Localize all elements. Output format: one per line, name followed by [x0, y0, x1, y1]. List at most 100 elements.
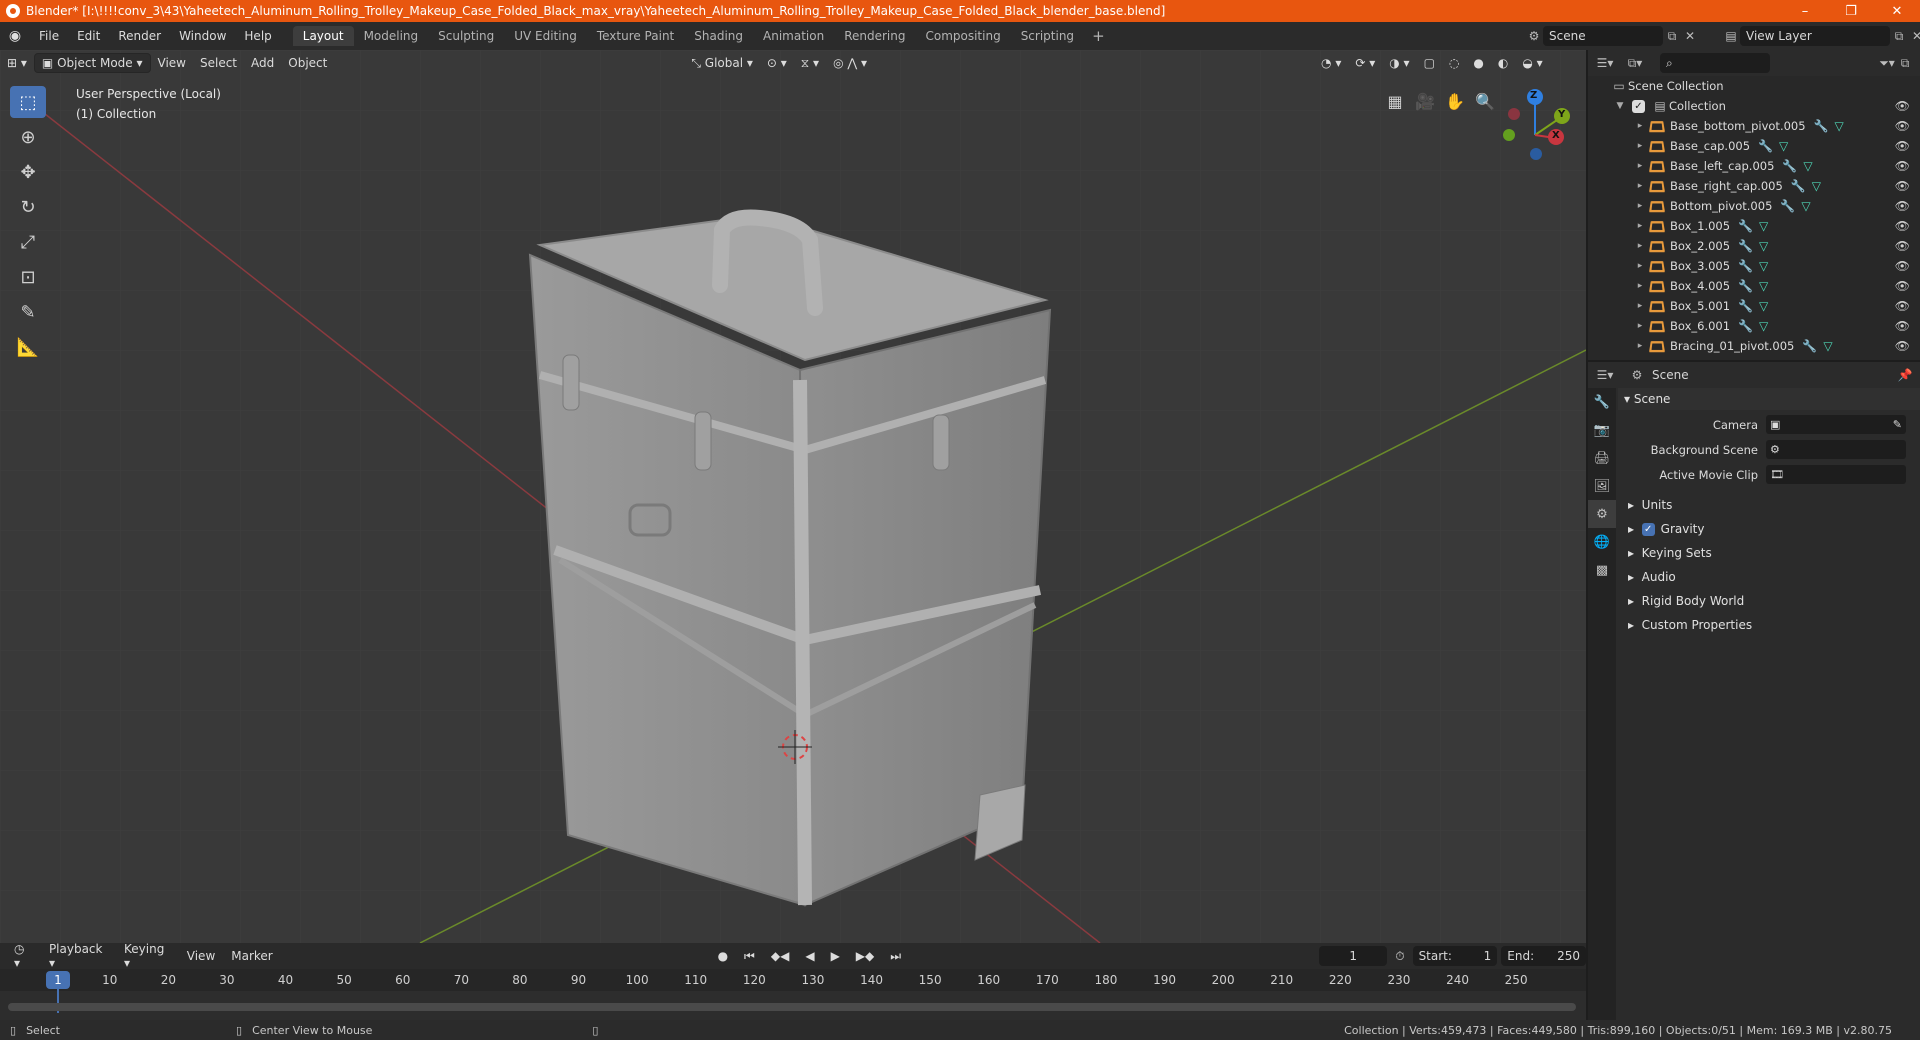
viewport-menu-add[interactable]: Add [244, 53, 281, 73]
tab-compositing[interactable]: Compositing [915, 26, 1010, 46]
gizmo-z-label[interactable]: Z [1530, 90, 1537, 101]
outliner-object-row[interactable]: ▸ Box_3.005 🔧 ▽ 👁 [1588, 256, 1920, 276]
tab-rendering[interactable]: Rendering [834, 26, 915, 46]
wrench-icon[interactable]: 🔧 [1782, 159, 1797, 173]
expand-triangle-icon[interactable]: ▸ [1634, 221, 1646, 231]
object-mode-dropdown[interactable]: ▣ Object Mode ▾ [33, 53, 151, 73]
gravity-checkbox[interactable]: ✓ [1641, 522, 1655, 536]
menu-help[interactable]: Help [235, 29, 280, 43]
eye-icon[interactable]: 👁 [1895, 279, 1910, 293]
outliner-object-row[interactable]: ▸ Box_6.001 🔧 ▽ 👁 [1588, 316, 1920, 336]
mesh-data-icon[interactable]: ▽ [1801, 199, 1810, 213]
gizmo-toggle-icon[interactable]: ⟳ ▾ [1348, 53, 1382, 73]
mesh-data-icon[interactable]: ▽ [1835, 119, 1844, 133]
snap-icon[interactable]: ⧖ ▾ [794, 53, 826, 73]
wrench-icon[interactable]: 🔧 [1738, 219, 1753, 233]
display-mode-icon[interactable]: ⧉▾ [1626, 54, 1644, 72]
expand-triangle-icon[interactable]: ▸ [1634, 121, 1646, 131]
wrench-icon[interactable]: 🔧 [1802, 339, 1817, 353]
gizmo-y-label[interactable]: Y [1558, 109, 1565, 120]
active-movie-clip-field[interactable]: 🎞 [1766, 465, 1906, 484]
menu-render[interactable]: Render [109, 29, 170, 43]
wrench-icon[interactable]: 🔧 [1738, 259, 1753, 273]
editor-type-icon[interactable]: ⊞ ▾ [0, 53, 34, 73]
timeline-menu-view[interactable]: View [179, 949, 223, 963]
outliner-object-row[interactable]: ▸ Box_4.005 🔧 ▽ 👁 [1588, 276, 1920, 296]
annotate-tool-icon[interactable]: ✎ [10, 296, 46, 328]
3d-viewport[interactable]: Z Y X ⊞ ▾ ▣ Object Mode ▾ View Select Ad… [0, 50, 1586, 943]
menu-edit[interactable]: Edit [68, 29, 109, 43]
camera-view-icon[interactable]: 🎥 [1410, 86, 1440, 116]
tab-world-icon[interactable]: 🌐 [1588, 528, 1616, 556]
menu-window[interactable]: Window [170, 29, 235, 43]
wrench-icon[interactable]: 🔧 [1738, 319, 1753, 333]
expand-triangle-icon[interactable]: ▸ [1634, 141, 1646, 151]
wrench-icon[interactable]: 🔧 [1738, 239, 1753, 253]
new-view-layer-icon[interactable]: ⧉ [1890, 27, 1908, 45]
minimize-button[interactable]: – [1782, 4, 1828, 19]
eye-icon[interactable]: 👁 [1895, 99, 1910, 113]
tab-texture-paint[interactable]: Texture Paint [587, 26, 684, 46]
tab-tool-icon[interactable]: 🔧 [1588, 388, 1616, 416]
eye-icon[interactable]: 👁 [1895, 119, 1910, 133]
outliner-object-row[interactable]: ▸ Box_2.005 🔧 ▽ 👁 [1588, 236, 1920, 256]
eye-icon[interactable]: 👁 [1895, 179, 1910, 193]
menu-file[interactable]: File [30, 29, 68, 43]
stopwatch-icon[interactable]: ⏱ [1387, 949, 1412, 964]
eye-icon[interactable]: 👁 [1895, 299, 1910, 313]
select-box-icon[interactable]: ⬚ [10, 86, 46, 118]
scale-tool-icon[interactable]: ⤢ [10, 226, 46, 258]
expand-triangle-icon[interactable]: ▸ [1634, 241, 1646, 251]
expand-triangle-icon[interactable]: ▸ [1634, 161, 1646, 171]
tab-layout[interactable]: Layout [292, 26, 354, 46]
timeline-menu-playback[interactable]: Playback ▾ [41, 942, 116, 970]
wrench-icon[interactable]: 🔧 [1738, 279, 1753, 293]
eye-icon[interactable]: 👁 [1895, 259, 1910, 273]
close-button[interactable]: ✕ [1874, 4, 1920, 19]
wrench-icon[interactable]: 🔧 [1738, 299, 1753, 313]
xray-icon[interactable]: ▢ [1417, 53, 1442, 73]
next-keyframe-icon[interactable]: ▶◆ [848, 949, 882, 963]
end-frame-field[interactable]: End: 250 [1501, 946, 1586, 966]
expand-triangle-icon[interactable]: ▸ [1634, 201, 1646, 211]
remove-scene-icon[interactable]: ✕ [1681, 27, 1699, 45]
mesh-data-icon[interactable]: ▽ [1759, 299, 1768, 313]
mesh-data-icon[interactable]: ▽ [1812, 179, 1821, 193]
new-scene-icon[interactable]: ⧉ [1663, 27, 1681, 45]
mesh-data-icon[interactable]: ▽ [1823, 339, 1832, 353]
custom-properties-panel[interactable]: ▸ Custom Properties [1618, 613, 1920, 637]
move-tool-icon[interactable]: ✥ [10, 156, 46, 188]
gizmo-x-label[interactable]: X [1552, 130, 1560, 141]
properties-editor-type-icon[interactable]: ☰▾ [1596, 366, 1614, 384]
expand-triangle-icon[interactable]: ▼ [1614, 101, 1626, 111]
tab-output-icon[interactable]: 🖨 [1588, 444, 1616, 472]
proportional-edit-icon[interactable]: ◎ ⋀ ▾ [826, 53, 874, 73]
transform-tool-icon[interactable]: ⊡ [10, 261, 46, 293]
viewport-menu-select[interactable]: Select [193, 53, 244, 73]
outliner-object-row[interactable]: ▸ Base_bottom_pivot.005 🔧 ▽ 👁 [1588, 116, 1920, 136]
shading-material-icon[interactable]: ◐ [1491, 53, 1515, 73]
mesh-data-icon[interactable]: ▽ [1759, 259, 1768, 273]
start-frame-field[interactable]: Start: 1 [1412, 946, 1498, 966]
expand-triangle-icon[interactable]: ▸ [1634, 281, 1646, 291]
tab-view-layer-icon[interactable]: 🖼 [1588, 472, 1616, 500]
add-workspace-icon[interactable]: + [1084, 27, 1113, 45]
current-frame-field[interactable]: 1 [1319, 946, 1388, 966]
tab-animation[interactable]: Animation [753, 26, 834, 46]
transform-orientation-dropdown[interactable]: ⤡ Global ▾ [684, 53, 760, 73]
outliner-object-row[interactable]: ▸ Bracing_01_pivot.005 🔧 ▽ 👁 [1588, 336, 1920, 356]
expand-triangle-icon[interactable]: ▸ [1634, 261, 1646, 271]
makeup-case-model[interactable] [528, 209, 1052, 907]
tab-uv-editing[interactable]: UV Editing [504, 26, 587, 46]
timeline-editor-type-icon[interactable]: ◷ ▾ [6, 942, 41, 970]
tab-modeling[interactable]: Modeling [354, 26, 429, 46]
wrench-icon[interactable]: 🔧 [1814, 119, 1829, 133]
pan-hand-icon[interactable]: ✋ [1440, 86, 1470, 116]
remove-view-layer-icon[interactable]: ✕ [1908, 27, 1920, 45]
eye-icon[interactable]: 👁 [1895, 339, 1910, 353]
expand-triangle-icon[interactable]: ▸ [1634, 321, 1646, 331]
new-collection-icon[interactable]: ⧉ [1896, 54, 1914, 72]
eye-icon[interactable]: 👁 [1895, 239, 1910, 253]
rotate-tool-icon[interactable]: ↻ [10, 191, 46, 223]
rigid-body-world-panel[interactable]: ▸ Rigid Body World [1618, 589, 1920, 613]
